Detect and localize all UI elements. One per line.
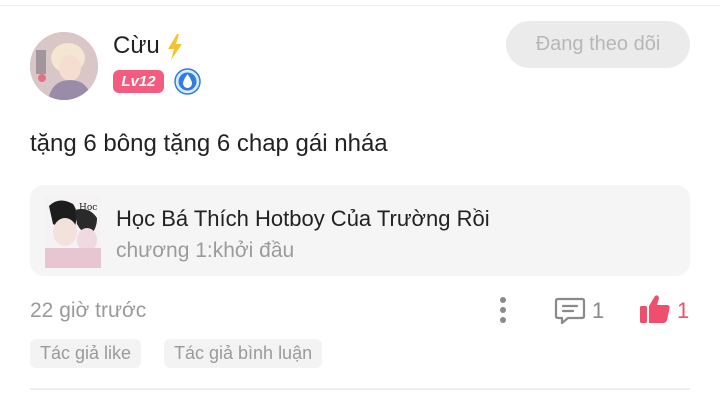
timestamp: 22 giờ trước <box>30 299 147 322</box>
story-title[interactable]: Học Bá Thích Hotboy Của Trường Rồi <box>116 205 490 233</box>
story-card[interactable]: Học Học Bá Thích Hotboy Của Trường Rồi c… <box>30 185 690 276</box>
comment-bubble-icon[interactable] <box>554 294 586 326</box>
story-cover-image: Học <box>45 196 101 268</box>
comment-text: tặng 6 bông tặng 6 chap gái nháa <box>30 130 388 157</box>
tag-author-like: Tác giả like <box>30 339 142 368</box>
more-vertical-icon[interactable] <box>493 294 513 326</box>
water-drop-badge-icon <box>174 68 201 95</box>
svg-text:Học: Học <box>79 203 97 213</box>
reply-count: 1 <box>592 298 605 323</box>
level-badge: Lv12 <box>113 70 164 93</box>
like-count: 1 <box>677 298 690 323</box>
tag-author-comment: Tác giả bình luận <box>164 339 323 368</box>
top-divider <box>0 5 720 6</box>
following-button[interactable]: Đang theo dõi <box>506 21 690 68</box>
avatar-image <box>30 32 98 100</box>
story-chapter: chương 1:khởi đầu <box>116 239 295 262</box>
username[interactable]: Cừu <box>113 31 160 61</box>
avatar[interactable] <box>30 32 98 100</box>
thumbs-up-icon[interactable] <box>638 293 672 325</box>
bottom-divider <box>30 388 690 390</box>
lightning-bolt-icon <box>168 34 182 60</box>
